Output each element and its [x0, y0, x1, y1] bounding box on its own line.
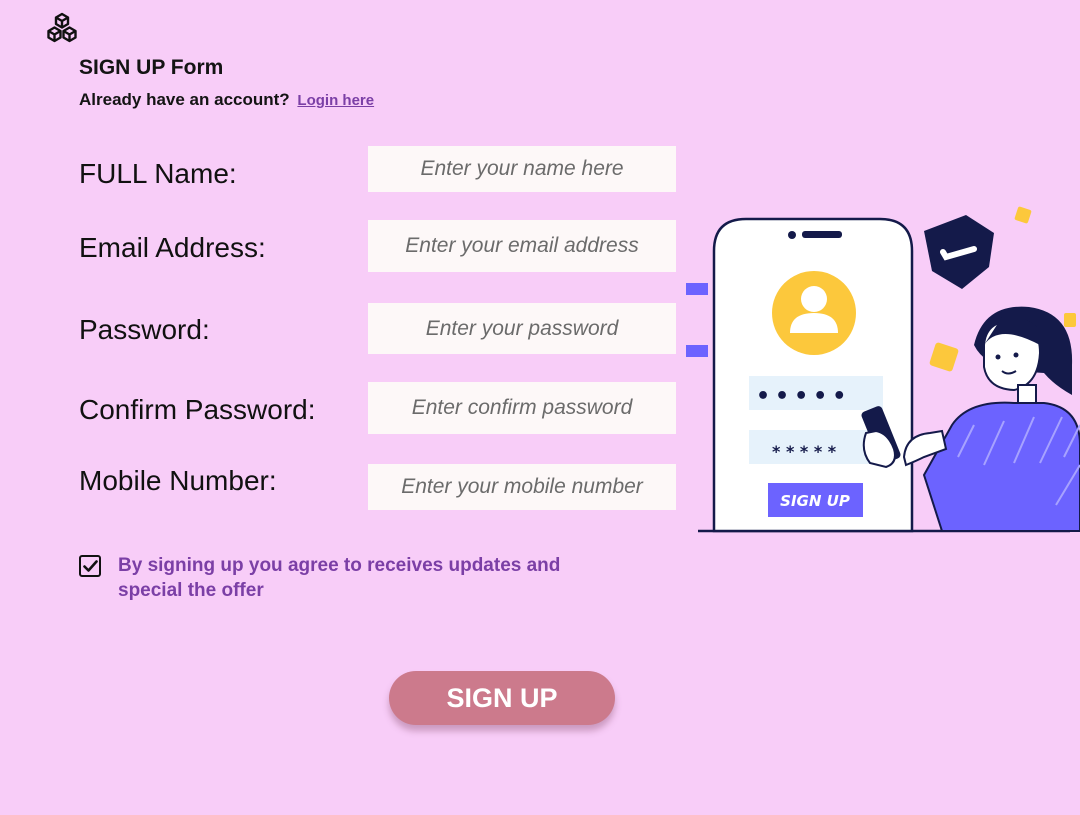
- email-label: Email Address:: [79, 232, 266, 263]
- already-account-text: Already have an account?: [79, 90, 290, 109]
- agree-text: By signing up you agree to receives upda…: [118, 555, 561, 601]
- decor-square: [1064, 313, 1076, 327]
- agree-row: By signing up you agree to receives upda…: [79, 553, 578, 603]
- agree-checkbox[interactable]: [79, 555, 101, 577]
- password-input[interactable]: [368, 303, 676, 354]
- confirm-password-input[interactable]: [368, 382, 676, 434]
- mini-signup-label: SIGN UP: [780, 492, 850, 510]
- cubes-logo-icon: [47, 12, 77, 43]
- full-name-label: FULL Name:: [79, 158, 237, 189]
- shield-check-icon: [924, 215, 994, 289]
- mobile-number-input[interactable]: [368, 464, 676, 510]
- signup-button[interactable]: SIGN UP: [389, 671, 615, 725]
- password-label: Password:: [79, 314, 210, 345]
- decor-square: [1014, 206, 1032, 224]
- login-link[interactable]: Login here: [297, 92, 374, 109]
- checkmark-icon: [82, 559, 98, 572]
- confirm-password-label: Confirm Password:: [79, 394, 316, 425]
- login-prompt: Already have an account? Login here: [79, 90, 374, 110]
- full-name-input[interactable]: [368, 146, 676, 192]
- decor-square: [929, 342, 959, 372]
- password-dots-text: •••••: [756, 384, 851, 409]
- password-stars-text: * * * * *: [772, 442, 837, 461]
- form-title: SIGN UP Form: [79, 56, 224, 79]
- user-avatar-icon: [772, 271, 856, 355]
- signup-illustration: ••••• * * * * * SIGN UP: [684, 206, 1080, 533]
- email-input[interactable]: [368, 220, 676, 272]
- mobile-number-label: Mobile Number:: [79, 465, 277, 496]
